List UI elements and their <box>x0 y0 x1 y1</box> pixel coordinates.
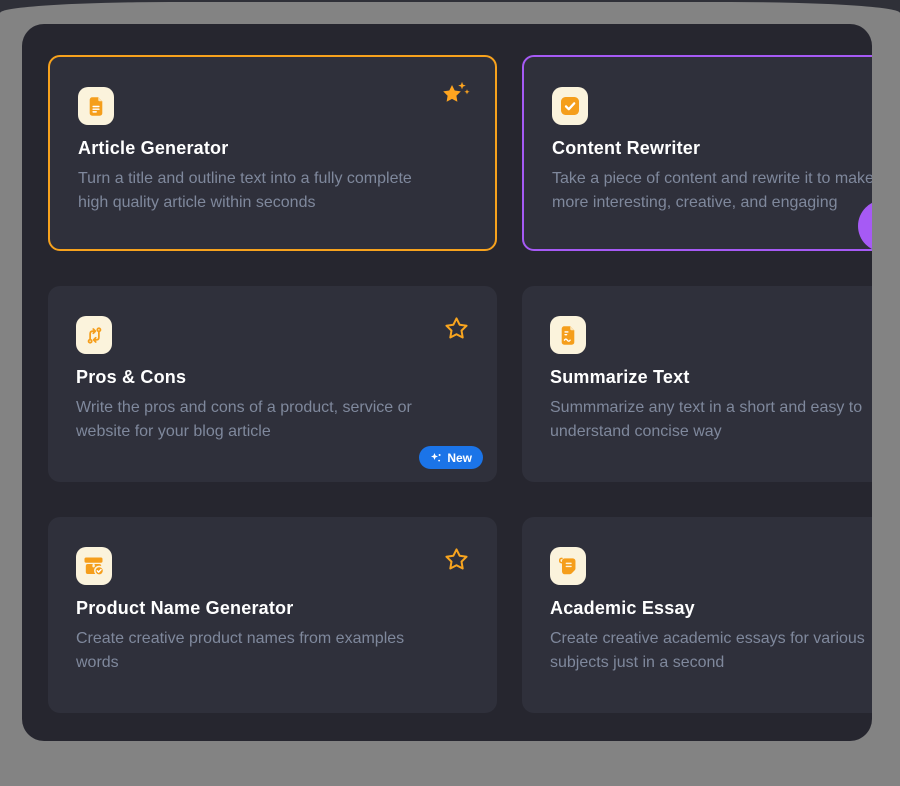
document-icon <box>87 96 105 117</box>
card-academic-essay[interactable]: Academic Essay Create creative academic … <box>522 517 872 713</box>
icon-tile <box>552 87 588 125</box>
card-title: Academic Essay <box>550 598 872 619</box>
scroll-icon <box>558 556 579 577</box>
card-description: Turn a title and outline text into a ful… <box>78 167 467 215</box>
card-summarize-text[interactable]: Summarize Text Summmarize any text in a … <box>522 286 872 482</box>
templates-panel: Article Generator Turn a title and outli… <box>22 24 872 741</box>
product-box-icon <box>83 556 105 576</box>
card-description-line: Summmarize any text in a short and easy … <box>550 396 872 420</box>
icon-tile <box>76 547 112 585</box>
card-description: Take a piece of content and rewrite it t… <box>552 167 872 215</box>
card-title: Content Rewriter <box>552 138 872 159</box>
card-description-line: more interesting, creative, and engaging <box>552 191 872 215</box>
card-description-line: Write the pros and cons of a product, se… <box>76 396 469 420</box>
card-description-line: understand concise way <box>550 420 872 444</box>
templates-grid: Article Generator Turn a title and outli… <box>48 55 872 713</box>
card-description-line: Turn a title and outline text into a ful… <box>78 167 467 191</box>
card-description-line: website for your blog article <box>76 420 469 444</box>
new-badge: New <box>419 446 483 469</box>
icon-tile <box>76 316 112 354</box>
card-description-line: words <box>76 651 469 675</box>
favorite-star-filled-icon[interactable] <box>440 81 471 110</box>
card-pros-and-cons[interactable]: Pros & Cons Write the pros and cons of a… <box>48 286 497 482</box>
icon-tile <box>78 87 114 125</box>
card-title: Pros & Cons <box>76 367 469 388</box>
card-description: Summmarize any text in a short and easy … <box>550 396 872 444</box>
favorite-star-outline-icon[interactable] <box>444 547 469 571</box>
icon-tile <box>550 547 586 585</box>
summary-document-icon <box>559 325 577 346</box>
card-description: Create creative academic essays for vari… <box>550 627 872 675</box>
card-description: Write the pros and cons of a product, se… <box>76 396 469 444</box>
card-title: Article Generator <box>78 138 467 159</box>
icon-tile <box>550 316 586 354</box>
card-description-line: Create creative academic essays for vari… <box>550 627 872 651</box>
card-content-rewriter[interactable]: Content Rewriter Take a piece of content… <box>522 55 872 251</box>
swap-arrows-icon <box>84 325 105 346</box>
card-description-line: Create creative product names from examp… <box>76 627 469 651</box>
card-article-generator[interactable]: Article Generator Turn a title and outli… <box>48 55 497 251</box>
card-title: Product Name Generator <box>76 598 469 619</box>
favorite-star-outline-icon[interactable] <box>444 316 469 340</box>
card-product-name-generator[interactable]: Product Name Generator Create creative p… <box>48 517 497 713</box>
card-description: Create creative product names from examp… <box>76 627 469 675</box>
new-badge-label: New <box>447 451 472 465</box>
card-title: Summarize Text <box>550 367 872 388</box>
sparkles-icon <box>430 452 442 464</box>
card-description-line: Take a piece of content and rewrite it t… <box>552 167 872 191</box>
card-description-line: subjects just in a second <box>550 651 872 675</box>
checkbox-icon <box>560 96 580 116</box>
card-description-line: high quality article within seconds <box>78 191 467 215</box>
